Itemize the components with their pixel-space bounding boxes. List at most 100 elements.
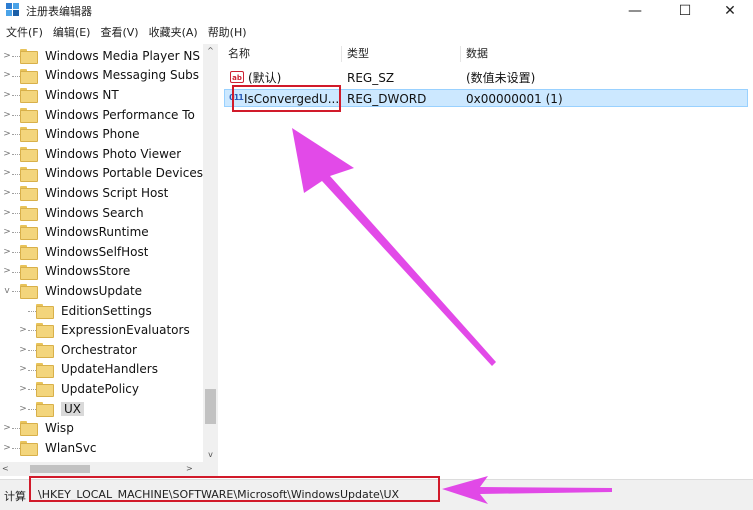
tree-connector [12,428,20,430]
chevron-right-icon[interactable]: > [2,110,12,120]
chevron-right-icon[interactable]: > [2,51,12,61]
tree-item[interactable]: > Wisp [0,418,204,438]
tree-connector [28,369,36,371]
maximize-button[interactable]: ☐ [662,0,708,22]
chevron-right-icon[interactable]: > [2,247,12,257]
tree-item[interactable]: > Windows Phone [0,124,204,144]
folder-icon [20,441,38,456]
folder-icon [20,421,38,437]
tree-item[interactable]: > Windows Media Player NS [0,46,204,66]
scroll-right-arrow-icon[interactable]: > [186,462,193,476]
chevron-right-icon[interactable]: > [2,90,12,100]
scroll-left-arrow-icon[interactable]: < [2,462,9,476]
tree-item-label: WindowsUpdate [45,283,143,298]
tree-item[interactable]: > Windows Performance To [0,105,204,125]
tree-connector [28,389,36,391]
value-row-isconverged[interactable]: 011 IsConvergedU... REG_DWORD 0x00000001… [224,89,748,107]
scroll-thumb[interactable] [205,389,216,424]
folder-icon [36,303,54,319]
registry-key-tree[interactable]: > Windows Media Player NS > Windows Messagi… [0,44,218,476]
tree-horizontal-scrollbar[interactable]: < > [0,462,218,476]
tree-connector [12,114,20,116]
tree-connector [12,95,20,97]
column-divider[interactable] [460,46,461,62]
tree-item[interactable]: > WindowsStore [0,262,204,282]
menu-file[interactable]: 文件(F) [0,23,48,43]
horizontal-scroll-thumb[interactable] [30,465,90,473]
close-button[interactable]: ✕ [707,0,753,22]
chevron-right-icon[interactable]: > [2,208,12,218]
tree-item-label: WindowsRuntime [45,225,149,240]
menu-help[interactable]: 帮助(H) [203,23,252,43]
scroll-up-arrow-icon[interactable]: ^ [203,44,218,58]
tree-item[interactable]: v WindowsUpdate [0,281,204,301]
tree-connector [28,350,36,351]
chevron-right-icon[interactable]: > [2,266,12,276]
tree-item[interactable]: > UX [0,399,204,419]
folder-icon [20,127,38,143]
status-key-path: \HKEY_LOCAL_MACHINE\SOFTWARE\Microsoft\W… [38,488,400,501]
tree-item-label: Windows Media Player NS [45,48,200,63]
folder-icon [20,166,38,182]
tree-item[interactable]: EditionSettings [0,301,204,321]
chevron-right-icon[interactable]: > [18,364,28,374]
menu-view[interactable]: 查看(V) [95,23,143,43]
tree-connector [12,448,20,449]
chevron-right-icon[interactable]: > [2,443,12,453]
tree-item[interactable]: > ExpressionEvaluators [0,320,204,340]
chevron-right-icon[interactable]: > [2,188,12,198]
menu-bar: 文件(F) 编辑(E) 查看(V) 收藏夹(A) 帮助(H) [0,23,753,43]
registry-values-list[interactable]: 名称 类型 数据 ab (默认) REG_SZ (数值未设置) 011 IsCo… [224,44,753,476]
tree-item[interactable]: > Windows Messaging Subs [0,66,204,86]
value-row-default[interactable]: ab (默认) REG_SZ (数值未设置) [224,69,748,87]
tree-item-label: Wisp [45,421,74,436]
scroll-down-arrow-icon[interactable]: v [203,448,218,462]
folder-icon [20,205,38,221]
column-header-type[interactable]: 类型 [347,46,369,62]
folder-icon [36,382,54,398]
chevron-right-icon[interactable]: > [2,168,12,178]
minimize-button[interactable]: — [612,0,658,22]
tree-item-label: Windows Messaging Subs [45,68,200,83]
menu-edit[interactable]: 编辑(E) [48,23,96,43]
tree-connector [12,232,20,234]
tree-item[interactable]: > UpdatePolicy [0,379,204,399]
column-divider[interactable] [341,46,342,62]
tree-item[interactable]: > WindowsRuntime [0,222,204,242]
menu-favorites[interactable]: 收藏夹(A) [144,23,203,43]
tree-item[interactable]: > Orchestrator [0,340,204,360]
chevron-right-icon[interactable]: > [2,423,12,433]
tree-item[interactable]: > Windows Search [0,203,204,223]
tree-item[interactable]: > Windows Photo Viewer [0,144,204,164]
chevron-right-icon[interactable]: > [18,384,28,394]
tree-vertical-scrollbar[interactable]: ^ v [203,44,218,462]
chevron-right-icon[interactable]: > [18,404,28,414]
folder-icon [20,68,38,84]
chevron-right-icon[interactable]: > [18,345,28,355]
tree-item[interactable]: > Windows NT [0,85,204,105]
column-header-name[interactable]: 名称 [228,46,250,62]
folder-icon [20,88,38,104]
tree-item[interactable]: > WlanSvc [0,438,204,458]
tree-connector [12,212,20,214]
tree-item[interactable]: > WindowsSelfHost [0,242,204,262]
chevron-right-icon[interactable]: > [2,129,12,139]
folder-icon [20,264,38,280]
chevron-right-icon[interactable]: > [18,325,28,335]
tree-item[interactable]: > UpdateHandlers [0,360,204,380]
tree-item-label: WindowsStore [45,264,131,279]
chevron-down-icon[interactable]: v [2,286,12,296]
folder-icon [36,343,54,358]
folder-icon [36,362,54,378]
folder-icon [20,147,38,162]
chevron-right-icon[interactable]: > [2,227,12,237]
tree-item-label: EditionSettings [61,303,152,318]
chevron-right-icon[interactable]: > [2,149,12,159]
tree-item[interactable]: > Windows Portable Devices [0,164,204,184]
string-value-icon: ab [230,71,244,83]
tree-item[interactable]: > Windows Script Host [0,183,204,203]
chevron-right-icon[interactable]: > [2,70,12,80]
tree-item-label: Windows NT [45,87,119,102]
column-header-data[interactable]: 数据 [466,46,488,62]
tree-connector [28,408,36,410]
